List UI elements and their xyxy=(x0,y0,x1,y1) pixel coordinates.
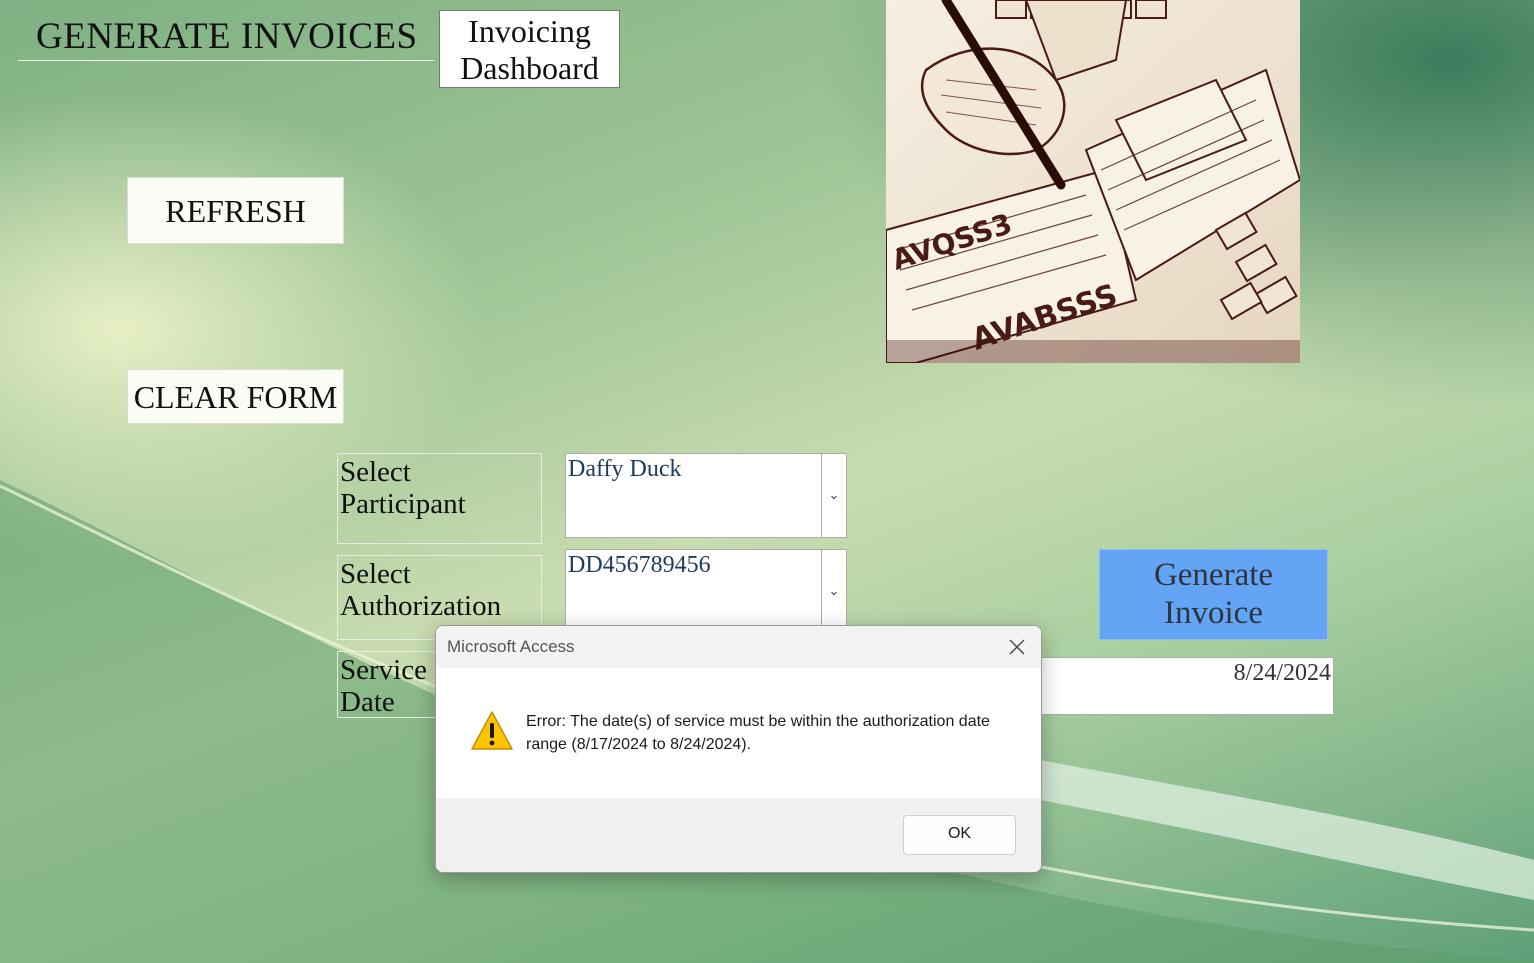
refresh-button[interactable]: REFRESH xyxy=(127,177,344,244)
authorization-value: DD456789456 xyxy=(568,552,711,578)
generate-invoice-button[interactable]: Generate Invoice xyxy=(1099,549,1328,640)
ok-button[interactable]: OK xyxy=(903,815,1016,855)
dialog-body: Error: The date(s) of service must be wi… xyxy=(436,668,1041,798)
participant-label-line1: Select xyxy=(340,456,411,488)
invoice-sketch-image: AVQSS3 AVABSSS xyxy=(886,0,1300,363)
participant-label-line2: Participant xyxy=(340,488,466,520)
generate-button-line2: Invoice xyxy=(1164,595,1263,631)
authorization-combobox[interactable]: DD456789456 ⌄ xyxy=(565,549,847,634)
error-dialog: Microsoft Access Error: The date(s) of s… xyxy=(435,625,1042,873)
dialog-titlebar: Microsoft Access xyxy=(436,626,1041,668)
participant-label: Select Participant xyxy=(337,453,542,544)
dialog-footer: OK xyxy=(436,798,1041,872)
dashboard-button-label-line1: Invoicing xyxy=(468,13,591,49)
dialog-message: Error: The date(s) of service must be wi… xyxy=(526,713,990,753)
participant-value: Daffy Duck xyxy=(568,456,682,482)
generate-button-line1: Generate xyxy=(1153,557,1274,593)
chevron-down-icon[interactable]: ⌄ xyxy=(821,454,846,537)
warning-icon xyxy=(470,710,514,757)
clear-form-button[interactable]: CLEAR FORM xyxy=(127,369,344,424)
invoicing-dashboard-button[interactable]: Invoicing Dashboard xyxy=(439,10,620,88)
participant-combobox[interactable]: Daffy Duck ⌄ xyxy=(565,453,847,538)
dialog-title: Microsoft Access xyxy=(447,637,575,656)
service-date-field[interactable]: 8/24/2024 xyxy=(1039,657,1334,715)
authorization-label-line2: Authorization xyxy=(340,590,502,622)
form-title: GENERATE INVOICES xyxy=(18,12,434,61)
authorization-label-line1: Select xyxy=(340,558,411,590)
dashboard-button-label-line2: Dashboard xyxy=(460,50,599,86)
close-icon[interactable] xyxy=(993,626,1041,668)
chevron-down-icon[interactable]: ⌄ xyxy=(821,550,846,633)
